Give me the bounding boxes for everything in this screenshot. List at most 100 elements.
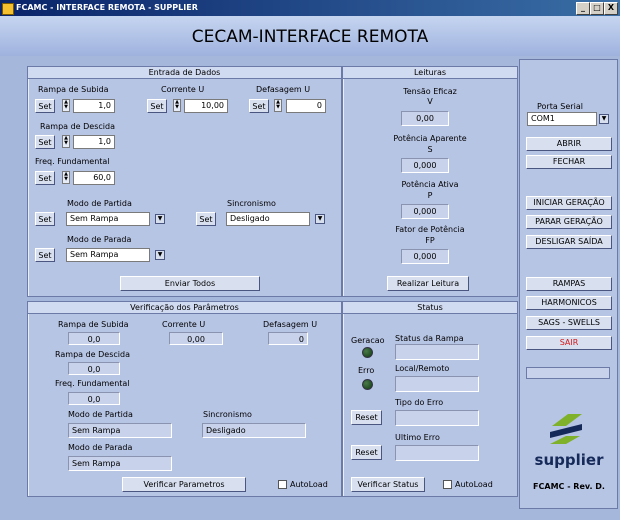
rampa-descida-input[interactable]: 1,0 xyxy=(73,135,115,149)
erro-led xyxy=(362,379,373,390)
status-title: Status xyxy=(343,302,517,314)
fator-value: 0,000 xyxy=(401,249,449,264)
ver-corrente-label: Corrente U xyxy=(162,320,206,329)
ver-rampa-subida-value: 0,0 xyxy=(68,332,120,345)
tipo-erro-value xyxy=(395,410,479,426)
modo-partida-label: Modo de Partida xyxy=(67,199,132,208)
ver-rampa-descida-value: 0,0 xyxy=(68,362,120,375)
tipo-erro-label: Tipo do Erro xyxy=(395,398,444,407)
set-rampa-descida-button[interactable]: Set xyxy=(35,135,55,149)
geracao-led xyxy=(362,347,373,358)
sincronismo-select[interactable]: Desligado xyxy=(226,212,310,226)
set-defasagem-button[interactable]: Set xyxy=(249,99,269,113)
ver-freq-label: Freq. Fundamental xyxy=(55,379,130,388)
geracao-label: Geracao xyxy=(351,336,385,345)
freq-input[interactable]: 60,0 xyxy=(73,171,115,185)
spin-defasagem[interactable]: ▲ ▼ xyxy=(274,99,282,112)
ultimo-erro-label: Ultimo Erro xyxy=(395,433,440,442)
reset-ultimo-erro-button[interactable]: Reset xyxy=(351,445,382,460)
tensao-label: Tensão Eficaz xyxy=(403,87,457,96)
fator-label: Fator de Potência xyxy=(395,225,465,234)
spin-rampa-descida[interactable]: ▲ ▼ xyxy=(62,135,70,148)
rampa-descida-label: Rampa de Descida xyxy=(40,122,115,131)
erro-label: Erro xyxy=(358,366,375,375)
modo-parada-label: Modo de Parada xyxy=(67,235,132,244)
sair-button[interactable]: SAIR xyxy=(526,336,612,350)
ver-modo-partida-label: Modo de Partida xyxy=(68,410,133,419)
reset-tipo-erro-button[interactable]: Reset xyxy=(351,410,382,425)
modo-parada-select[interactable]: Sem Rampa xyxy=(66,248,150,262)
chevron-down-icon[interactable]: ▼ xyxy=(599,114,609,124)
spin-freq[interactable]: ▲ ▼ xyxy=(62,171,70,184)
ver-corrente-value: 0,00 xyxy=(169,332,223,345)
spin-corrente[interactable]: ▲ ▼ xyxy=(173,99,181,112)
rampa-subida-input[interactable]: 1,0 xyxy=(73,99,115,113)
close-button[interactable]: X xyxy=(604,2,618,15)
ver-rampa-subida-label: Rampa de Subida xyxy=(58,320,129,329)
set-modo-parada-button[interactable]: Set xyxy=(35,248,55,262)
local-remoto-label: Local/Remoto xyxy=(395,364,450,373)
defasagem-input[interactable]: 0 xyxy=(286,99,326,113)
status-rampa-label: Status da Rampa xyxy=(395,334,464,343)
maximize-button[interactable]: □ xyxy=(590,2,604,15)
ver-rampa-descida-label: Rampa de Descida xyxy=(55,350,130,359)
potencia-ap-unit: S xyxy=(427,145,433,154)
harmonicos-button[interactable]: HARMONICOS xyxy=(526,296,612,310)
spin-rampa-subida[interactable]: ▲ ▼ xyxy=(62,99,70,112)
corrente-label: Corrente U xyxy=(161,85,205,94)
minimize-button[interactable]: _ xyxy=(576,2,590,15)
chevron-down-icon[interactable]: ▼ xyxy=(315,214,325,224)
sags-swells-button[interactable]: SAGS - SWELLS xyxy=(526,316,612,330)
fechar-button[interactable]: FECHAR xyxy=(526,155,612,169)
potencia-ap-label: Potência Aparente xyxy=(393,134,467,143)
parar-geracao-button[interactable]: PARAR GERAÇÃO xyxy=(526,215,612,229)
verificar-status-button[interactable]: Verificar Status xyxy=(351,477,425,492)
porta-serial-label: Porta Serial xyxy=(537,102,583,111)
entrada-title: Entrada de Dados xyxy=(28,67,341,79)
set-freq-button[interactable]: Set xyxy=(35,171,55,185)
iniciar-geracao-button[interactable]: INICIAR GERAÇÃO xyxy=(526,196,612,210)
potencia-at-label: Potência Ativa xyxy=(401,180,459,189)
tensao-unit: V xyxy=(427,97,433,106)
supplier-logo-icon xyxy=(550,414,582,444)
abrir-button[interactable]: ABRIR xyxy=(526,137,612,151)
enviar-todos-button[interactable]: Enviar Todos xyxy=(120,276,260,291)
set-rampa-subida-button[interactable]: Set xyxy=(35,99,55,113)
ver-modo-parada-value: Sem Rampa xyxy=(68,456,172,471)
chevron-down-icon[interactable]: ▼ xyxy=(155,250,165,260)
porta-serial-select[interactable]: COM1 xyxy=(527,112,597,126)
ver-sincronismo-label: Sincronismo xyxy=(203,410,252,419)
desligar-saida-button[interactable]: DESLIGAR SAÍDA xyxy=(526,235,612,249)
status-autoload-checkbox[interactable] xyxy=(443,480,452,489)
sincronismo-label: Sincronismo xyxy=(227,199,276,208)
ultimo-erro-value xyxy=(395,445,479,461)
modo-partida-select[interactable]: Sem Rampa xyxy=(66,212,150,226)
page-title: CECAM-INTERFACE REMOTA xyxy=(191,27,429,47)
status-autoload-label: AutoLoad xyxy=(455,480,493,489)
set-sincronismo-button[interactable]: Set xyxy=(196,212,216,226)
corrente-input[interactable]: 10,00 xyxy=(184,99,228,113)
ver-freq-value: 0,0 xyxy=(68,392,120,405)
ver-defasagem-label: Defasagem U xyxy=(263,320,318,329)
verificar-parametros-button[interactable]: Verificar Parametros xyxy=(122,477,246,492)
set-modo-partida-button[interactable]: Set xyxy=(35,212,55,226)
realizar-leitura-button[interactable]: Realizar Leitura xyxy=(387,276,469,291)
potencia-ap-value: 0,000 xyxy=(401,158,449,173)
app-header: CECAM-INTERFACE REMOTA xyxy=(0,16,620,56)
set-corrente-button[interactable]: Set xyxy=(147,99,167,113)
tensao-value: 0,00 xyxy=(401,111,449,126)
status-panel: Status Geracao Erro Status da Rampa Loca… xyxy=(342,301,518,497)
autoload-checkbox[interactable] xyxy=(278,480,287,489)
freq-label: Freq. Fundamental xyxy=(35,157,110,166)
entrada-panel: Entrada de Dados Rampa de Subida Set ▲ ▼ … xyxy=(27,66,342,297)
defasagem-label: Defasagem U xyxy=(256,85,311,94)
rampas-button[interactable]: RAMPAS xyxy=(526,277,612,291)
verificacao-panel: Verificação dos Parâmetros Rampa de Subi… xyxy=(27,301,342,497)
supplier-logo-text: supplier xyxy=(534,451,604,469)
verificacao-title: Verificação dos Parâmetros xyxy=(28,302,341,314)
leituras-title: Leituras xyxy=(343,67,517,79)
chevron-down-icon[interactable]: ▼ xyxy=(155,214,165,224)
app-icon xyxy=(2,3,14,15)
potencia-at-value: 0,000 xyxy=(401,204,449,219)
rampa-subida-label: Rampa de Subida xyxy=(38,85,109,94)
